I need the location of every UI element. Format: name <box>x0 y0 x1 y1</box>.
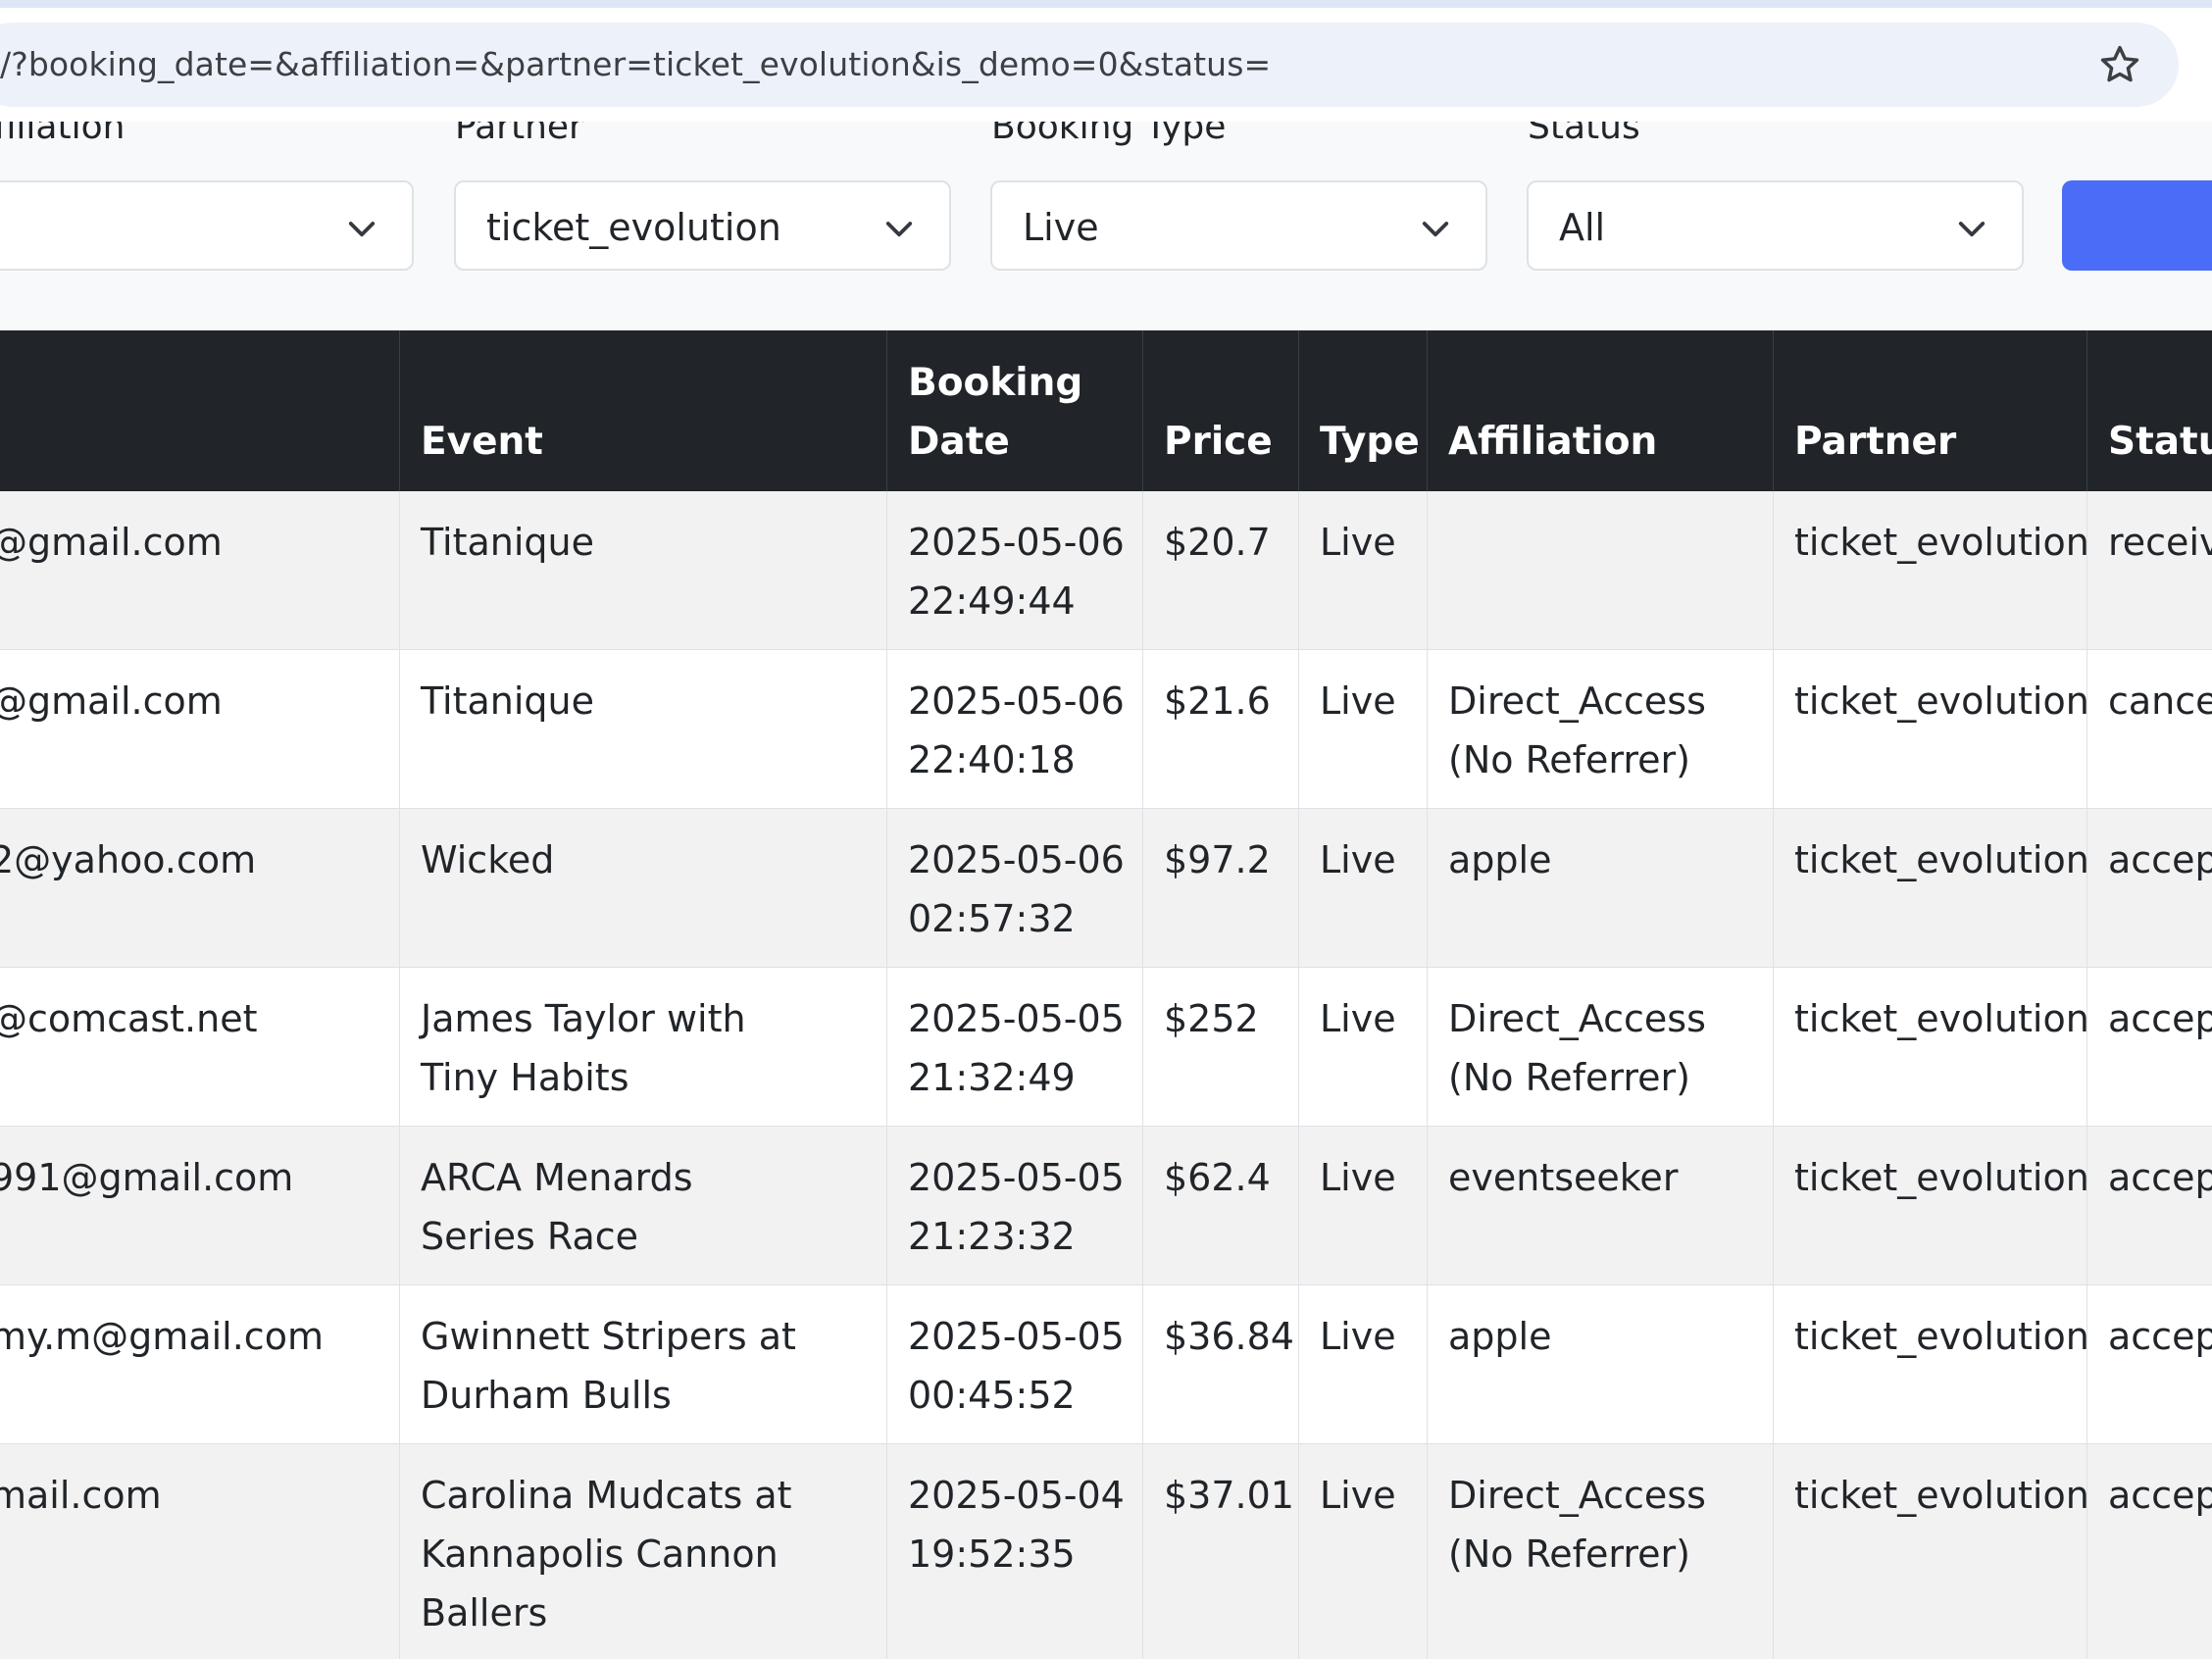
cell-booking-date: 2025-05-05 21:23:32 <box>886 1127 1142 1284</box>
table-row[interactable]: @gmail.com Titanique 2025-05-06 22:49:44 … <box>0 491 2212 650</box>
cell-event: Titanique <box>399 491 886 649</box>
cell-partner: ticket_evolution <box>1773 809 2086 967</box>
table-row[interactable]: 991@gmail.com ARCA Menards Series Race 2… <box>0 1127 2212 1285</box>
cell-type: Live <box>1298 1444 1427 1659</box>
status-filter-label: Status <box>1528 122 1640 147</box>
cell-status: accepted <box>2086 1285 2212 1443</box>
cell-email: @gmail.com <box>0 521 223 564</box>
cell-booking-date: 2025-05-06 02:57:32 <box>886 809 1142 967</box>
cell-affiliation: Direct_Access (No Referrer) <box>1427 650 1773 808</box>
table-row[interactable]: mail.com Carolina Mudcats at Kannapolis … <box>0 1444 2212 1659</box>
cell-booking-date: 2025-05-06 22:40:18 <box>886 650 1142 808</box>
booking-type-select[interactable]: Live <box>990 180 1487 271</box>
cell-status: accepted <box>2086 968 2212 1126</box>
cell-status: accepted <box>2086 809 2212 967</box>
cell-partner: ticket_evolution <box>1773 491 2086 649</box>
table-header: Event Booking Date Price Type Affiliatio… <box>0 330 2212 491</box>
cell-partner: ticket_evolution <box>1773 1444 2086 1659</box>
partner-select[interactable]: ticket_evolution <box>454 180 951 271</box>
cell-email: @comcast.net <box>0 997 258 1040</box>
cell-type: Live <box>1298 809 1427 967</box>
chevron-down-icon <box>885 222 913 237</box>
cell-event: Wicked <box>399 809 886 967</box>
booking-type-filter-label: Booking Type <box>991 122 1227 147</box>
cell-event: Carolina Mudcats at Kannapolis Cannon Ba… <box>399 1444 886 1659</box>
filter-submit-button[interactable] <box>2062 180 2212 271</box>
partner-filter-label: Partner <box>455 122 583 147</box>
cell-event: ARCA Menards Series Race <box>399 1127 886 1284</box>
cell-affiliation: apple <box>1427 1285 1773 1443</box>
cell-affiliation <box>1427 491 1773 649</box>
column-header-partner[interactable]: Partner <box>1773 330 2086 491</box>
cell-type: Live <box>1298 1285 1427 1443</box>
cell-type: Live <box>1298 491 1427 649</box>
cell-price: $36.84 <box>1142 1285 1298 1443</box>
browser-top-strip <box>0 0 2212 8</box>
bookmark-star-icon[interactable] <box>2098 43 2141 86</box>
cell-email: 2@yahoo.com <box>0 838 257 881</box>
filter-bar: Affiliation Partner ticket_evolution Boo… <box>0 122 2212 330</box>
browser-toolbar: /?booking_date=&affiliation=&partner=tic… <box>0 8 2212 123</box>
cell-booking-date: 2025-05-05 00:45:52 <box>886 1285 1142 1443</box>
column-header-price[interactable]: Price <box>1142 330 1298 491</box>
cell-partner: ticket_evolution <box>1773 1127 2086 1284</box>
cell-partner: ticket_evolution <box>1773 650 2086 808</box>
cell-price: $252 <box>1142 968 1298 1126</box>
cell-event: Titanique <box>399 650 886 808</box>
column-header-status[interactable]: Status <box>2086 330 2212 491</box>
bookings-table: Event Booking Date Price Type Affiliatio… <box>0 330 2212 1659</box>
cell-email: 991@gmail.com <box>0 1156 294 1199</box>
cell-affiliation: Direct_Access (No Referrer) <box>1427 968 1773 1126</box>
address-bar[interactable]: /?booking_date=&affiliation=&partner=tic… <box>0 23 2179 107</box>
chevron-down-icon <box>348 222 376 237</box>
cell-price: $21.6 <box>1142 650 1298 808</box>
column-header-booking-date[interactable]: Booking Date <box>886 330 1142 491</box>
cell-email: mail.com <box>0 1474 162 1517</box>
cell-partner: ticket_evolution <box>1773 1285 2086 1443</box>
table-row[interactable]: @gmail.com Titanique 2025-05-06 22:40:18 … <box>0 650 2212 809</box>
column-header-email[interactable] <box>0 330 399 491</box>
cell-status: received <box>2086 491 2212 649</box>
cell-status: accepted <box>2086 1127 2212 1284</box>
cell-status: cancelled <box>2086 650 2212 808</box>
table-row[interactable]: @comcast.net James Taylor with Tiny Habi… <box>0 968 2212 1127</box>
cell-status: accepted <box>2086 1444 2212 1659</box>
cell-email: @gmail.com <box>0 679 223 723</box>
cell-email: my.m@gmail.com <box>0 1315 324 1358</box>
affiliation-filter-label: Affiliation <box>0 122 126 147</box>
cell-booking-date: 2025-05-04 19:52:35 <box>886 1444 1142 1659</box>
cell-type: Live <box>1298 968 1427 1126</box>
column-header-type[interactable]: Type <box>1298 330 1427 491</box>
table-row[interactable]: 2@yahoo.com Wicked 2025-05-06 02:57:32 $9… <box>0 809 2212 968</box>
cell-price: $62.4 <box>1142 1127 1298 1284</box>
cell-price: $97.2 <box>1142 809 1298 967</box>
affiliation-select[interactable] <box>0 180 414 271</box>
chevron-down-icon <box>1958 222 1986 237</box>
table-row[interactable]: my.m@gmail.com Gwinnett Stripers at Durh… <box>0 1285 2212 1444</box>
cell-price: $37.01 <box>1142 1444 1298 1659</box>
status-select[interactable]: All <box>1527 180 2024 271</box>
cell-event: Gwinnett Stripers at Durham Bulls <box>399 1285 886 1443</box>
cell-affiliation: eventseeker <box>1427 1127 1773 1284</box>
cell-booking-date: 2025-05-06 22:49:44 <box>886 491 1142 649</box>
chevron-down-icon <box>1422 222 1449 237</box>
cell-price: $20.7 <box>1142 491 1298 649</box>
column-header-affiliation[interactable]: Affiliation <box>1427 330 1773 491</box>
cell-type: Live <box>1298 1127 1427 1284</box>
column-header-event[interactable]: Event <box>399 330 886 491</box>
cell-partner: ticket_evolution <box>1773 968 2086 1126</box>
cell-event: James Taylor with Tiny Habits <box>399 968 886 1126</box>
cell-affiliation: apple <box>1427 809 1773 967</box>
cell-type: Live <box>1298 650 1427 808</box>
cell-affiliation: Direct_Access (No Referrer) <box>1427 1444 1773 1659</box>
address-bar-url[interactable]: /?booking_date=&affiliation=&partner=tic… <box>0 23 1271 107</box>
cell-booking-date: 2025-05-05 21:32:49 <box>886 968 1142 1126</box>
